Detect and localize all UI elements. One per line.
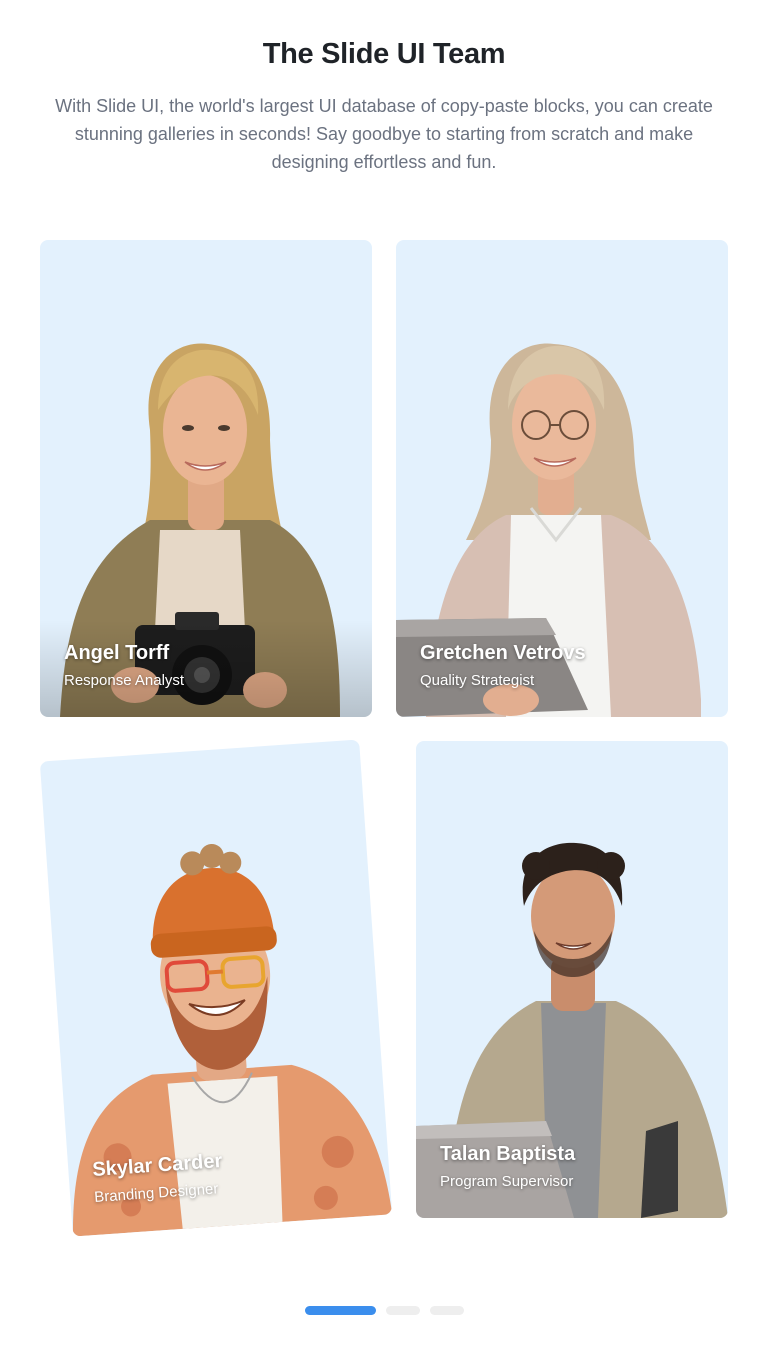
member-role: Response Analyst bbox=[64, 672, 185, 689]
member-name: Angel Torff bbox=[64, 642, 170, 664]
member-name: Talan Baptista bbox=[440, 1143, 576, 1165]
pagination-dot-2[interactable] bbox=[385, 1306, 420, 1315]
team-card-talan-baptista[interactable]: Talan Baptista Program Supervisor bbox=[416, 741, 728, 1218]
member-role: Quality Strategist bbox=[420, 672, 535, 689]
team-card-skylar-carder[interactable]: Skylar Carder Branding Designer bbox=[39, 739, 393, 1237]
pagination bbox=[0, 1306, 768, 1316]
member-name: Gretchen Vetrovs bbox=[420, 642, 586, 664]
pagination-dot-3[interactable] bbox=[429, 1306, 464, 1315]
page-subtitle: With Slide UI, the world's largest UI da… bbox=[55, 96, 713, 172]
team-card-gretchen-vetrovs[interactable]: Gretchen Vetrovs Quality Strategist bbox=[396, 240, 728, 717]
member-role: Program Supervisor bbox=[440, 1173, 574, 1190]
team-page: The Slide UI Team With Slide UI, the wor… bbox=[0, 0, 768, 1356]
pagination-dot-1[interactable] bbox=[304, 1306, 376, 1315]
team-card-angel-torff[interactable]: Angel Torff Response Analyst bbox=[40, 240, 372, 717]
page-title: The Slide UI Team bbox=[262, 38, 506, 70]
